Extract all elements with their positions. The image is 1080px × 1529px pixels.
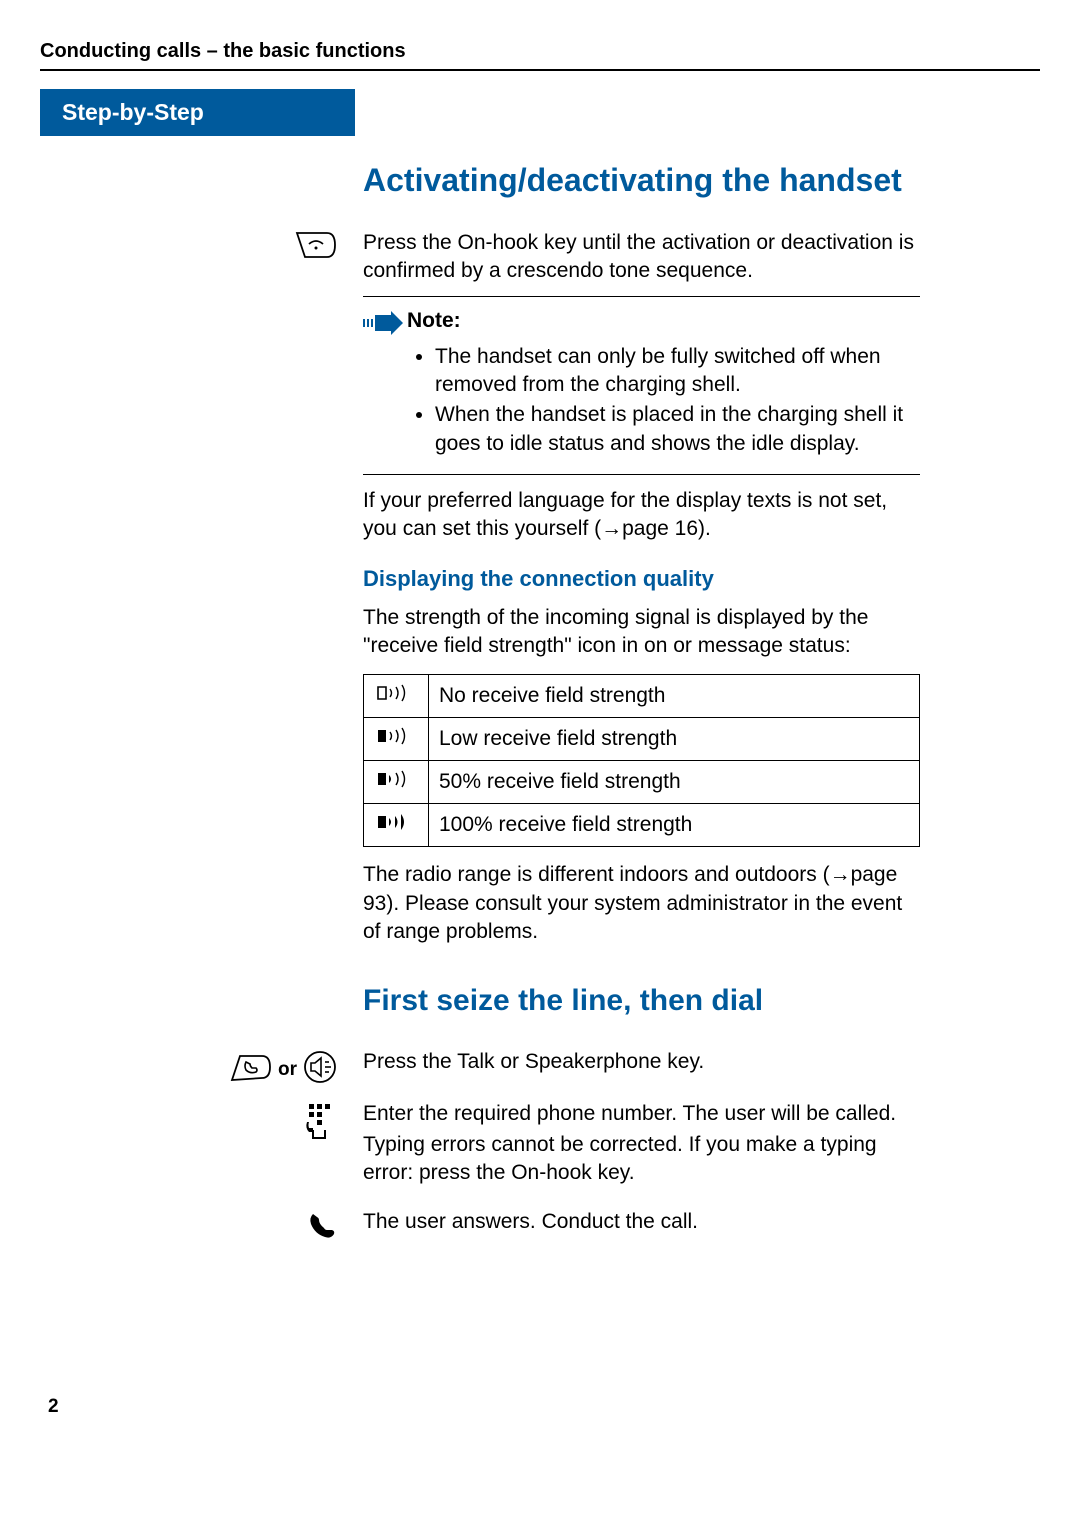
handset-icon — [307, 1210, 337, 1245]
talk-key-icon — [230, 1052, 272, 1088]
page-number: 2 — [48, 1396, 1040, 1418]
signal-none-icon — [374, 685, 418, 708]
range-text: The radio range is different indoors and… — [363, 861, 920, 946]
note-item: The handset can only be fully switched o… — [435, 343, 920, 400]
note-list: The handset can only be fully switched o… — [435, 343, 920, 458]
table-row: 50% receive field strength — [364, 761, 920, 804]
note-item: When the handset is placed in the chargi… — [435, 401, 920, 458]
enter-number-text: Enter the required phone number. The use… — [363, 1100, 920, 1128]
talk-instruction: Press the Talk or Speakerphone key. — [363, 1048, 920, 1076]
speakerphone-key-icon — [303, 1050, 337, 1090]
note-arrow-icon — [363, 311, 407, 335]
header-title: Conducting calls – the basic functions — [40, 40, 1040, 71]
conduct-call-text: The user answers. Conduct the call. — [363, 1208, 920, 1236]
table-row: Low receive field strength — [364, 718, 920, 761]
keypad-icon — [303, 1102, 337, 1147]
subheading-connection-quality: Displaying the connection quality — [363, 566, 920, 592]
page-ref[interactable]: page 16 — [622, 517, 698, 540]
step-by-step-banner: Step-by-Step — [40, 89, 355, 136]
section-heading-activating: Activating/deactivating the handset — [363, 162, 920, 199]
on-hook-key-icon — [295, 231, 337, 264]
typing-error-text: Typing errors cannot be corrected. If yo… — [363, 1131, 920, 1188]
signal-label: No receive field strength — [429, 675, 920, 718]
intro-text: Press the On-hook key until the activati… — [363, 229, 920, 286]
signal-label: 100% receive field strength — [429, 804, 920, 847]
page-ref-arrow-icon: → — [601, 515, 622, 543]
connq-intro: The strength of the incoming signal is d… — [363, 604, 920, 661]
signal-50-icon — [374, 771, 418, 794]
table-row: No receive field strength — [364, 675, 920, 718]
or-label: or — [278, 1059, 297, 1081]
signal-100-icon — [374, 814, 418, 837]
language-text: If your preferred language for the displ… — [363, 487, 920, 544]
section-heading-seize-line: First seize the line, then dial — [363, 984, 920, 1018]
page-ref-arrow-icon: → — [830, 861, 851, 889]
note-box: Note: The handset can only be fully swit… — [363, 296, 920, 475]
signal-low-icon — [374, 728, 418, 751]
signal-strength-table: No receive field strength Low receive fi… — [363, 674, 920, 847]
note-label: Note: — [407, 309, 920, 333]
signal-label: Low receive field strength — [429, 718, 920, 761]
signal-label: 50% receive field strength — [429, 761, 920, 804]
table-row: 100% receive field strength — [364, 804, 920, 847]
page: Conducting calls – the basic functions S… — [0, 0, 1080, 1458]
